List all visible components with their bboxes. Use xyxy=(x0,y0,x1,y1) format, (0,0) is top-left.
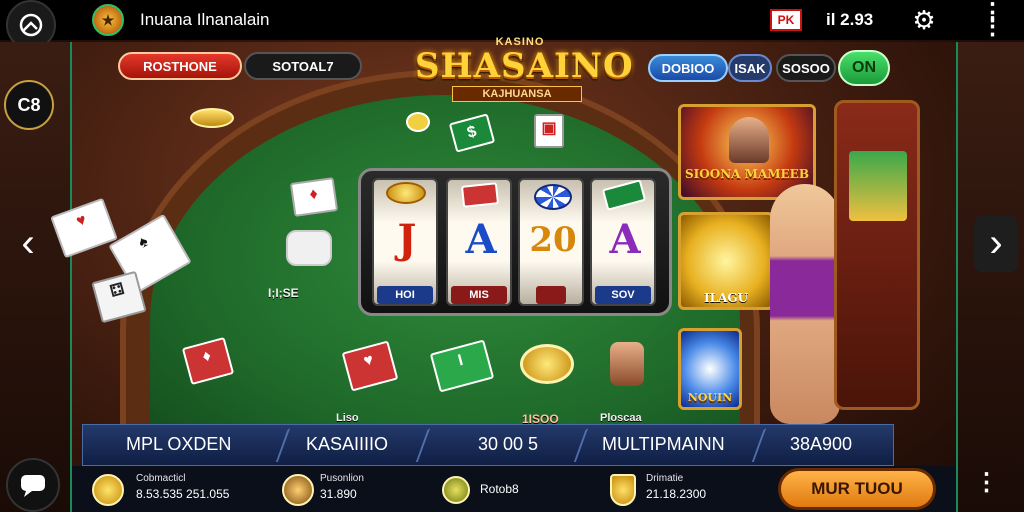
stat-3: 30 00 5 xyxy=(478,434,539,454)
dice-card-icon: ▣ xyxy=(534,114,564,148)
reel-4-top-card-icon xyxy=(601,179,647,211)
info-2-label: Pusonlion xyxy=(320,473,364,484)
region-flag-icon: PK xyxy=(770,9,802,31)
figure-token-icon xyxy=(610,342,644,386)
promo-host-icon xyxy=(729,117,769,163)
info-4-value: 21.18.2300 xyxy=(646,487,707,501)
info-1-label: Cobmacticl xyxy=(136,473,186,484)
chat-bubble-icon xyxy=(21,475,45,497)
settings-gear-icon[interactable]: ⚙ xyxy=(908,4,940,36)
coins-pill-label: DOBIOO xyxy=(661,60,715,76)
reel-4-label: SOV xyxy=(595,286,651,304)
reel-2-label: MIS xyxy=(451,286,507,304)
right-side-backdrop xyxy=(958,42,1024,512)
coins-pill[interactable]: DOBIOO xyxy=(648,54,728,82)
gold-coin-icon xyxy=(406,112,430,132)
arcade-cabinet[interactable] xyxy=(834,100,920,410)
info-4-label: Drimatie xyxy=(646,473,684,484)
reel-1-top-coin-icon xyxy=(386,182,426,204)
hostess-character xyxy=(770,184,840,424)
promo-top-title: SIOONA MAMEEB xyxy=(685,167,809,181)
info-1-value: 8.53.535 251.055 xyxy=(136,487,230,501)
stat-5: 38A900 xyxy=(790,434,853,454)
level-badge-label: C8 xyxy=(17,94,41,115)
arcade-screen-icon xyxy=(849,151,907,221)
reel-1-symbol: J xyxy=(397,216,417,263)
felt-label-center-left: Liso xyxy=(336,412,359,424)
app-logo-icon: ★ xyxy=(92,4,124,36)
top-menu-kebab-icon[interactable]: ⋮ ⋮ xyxy=(978,1,1006,39)
sound-toggle-button[interactable]: ON xyxy=(838,50,890,86)
bottom-menu-kebab-icon[interactable]: ⋮ xyxy=(972,471,1000,508)
reel-2-symbol: A xyxy=(465,216,497,263)
stat-2: KASAIIIIO xyxy=(306,434,389,454)
carousel-prev-arrow-icon[interactable]: ‹ xyxy=(6,216,50,272)
promo-bottom-title: NOUIN xyxy=(687,391,733,404)
reel-1-label: HOI xyxy=(377,286,433,304)
gems-pill-label: ISAK xyxy=(734,60,766,76)
jackpot-pill[interactable]: SOSOO xyxy=(776,54,836,82)
felt-label-center-right: Ploscaa xyxy=(600,412,642,424)
sound-toggle-label: ON xyxy=(852,59,876,76)
gems-pill[interactable]: ISAK xyxy=(728,54,772,82)
logo-subtitle: KAJHUANSA xyxy=(452,86,582,102)
reel-2-top-card-icon xyxy=(460,182,500,208)
shield-badge-icon xyxy=(610,474,636,506)
gold-coin-pile-icon xyxy=(520,344,574,384)
info-3-value: Rotob8 xyxy=(480,482,519,496)
app-home-icon xyxy=(19,13,43,37)
reel-4-symbol: A xyxy=(609,216,641,263)
game-screen: ★ Inuana Ilnanalain PK il 2.93 ⚙ ⋮ ⋮ C8 ‹… xyxy=(0,0,1024,512)
bet-pill[interactable]: SOTOAL7 xyxy=(244,52,362,80)
info-2-value: 31.890 xyxy=(320,487,357,501)
reel-3-symbol: 20 xyxy=(529,220,577,260)
bowling-pin-icon xyxy=(286,230,332,266)
gold-chip-stack-icon xyxy=(190,108,234,128)
stat-4: MULTIPMAINN xyxy=(602,434,725,454)
status-readout: il 2.93 xyxy=(826,10,874,29)
balance-pill[interactable]: ROSTHONE xyxy=(118,52,242,80)
promo-card-bottom[interactable]: NOUIN xyxy=(678,328,742,410)
jackpot-pill-label: SOSOO xyxy=(782,60,830,76)
reel-3-label xyxy=(536,286,566,304)
app-title: Inuana Ilnanalain xyxy=(140,10,270,29)
stat-1: MPL OXDEN xyxy=(126,434,232,454)
felt-label-left: I;I;SE xyxy=(268,286,299,300)
chat-button[interactable] xyxy=(6,458,60,512)
trophy-icon xyxy=(282,474,314,506)
promo-middle-title: ILAGU xyxy=(703,291,749,305)
leaf-badge-icon xyxy=(442,476,470,504)
balance-pill-label: ROSTHONE xyxy=(143,58,217,74)
carousel-next-arrow-icon[interactable]: › xyxy=(974,216,1018,272)
bet-pill-label: SOTOAL7 xyxy=(272,58,334,74)
wallet-coin-icon xyxy=(92,474,124,506)
promo-card-middle[interactable]: ILAGU xyxy=(678,212,774,310)
playing-card-icon: ♦ xyxy=(289,177,339,217)
reel-3-top-chip-icon xyxy=(534,184,572,210)
level-badge[interactable]: C8 xyxy=(4,80,54,130)
play-now-button[interactable]: MUR TUOU xyxy=(778,468,936,510)
